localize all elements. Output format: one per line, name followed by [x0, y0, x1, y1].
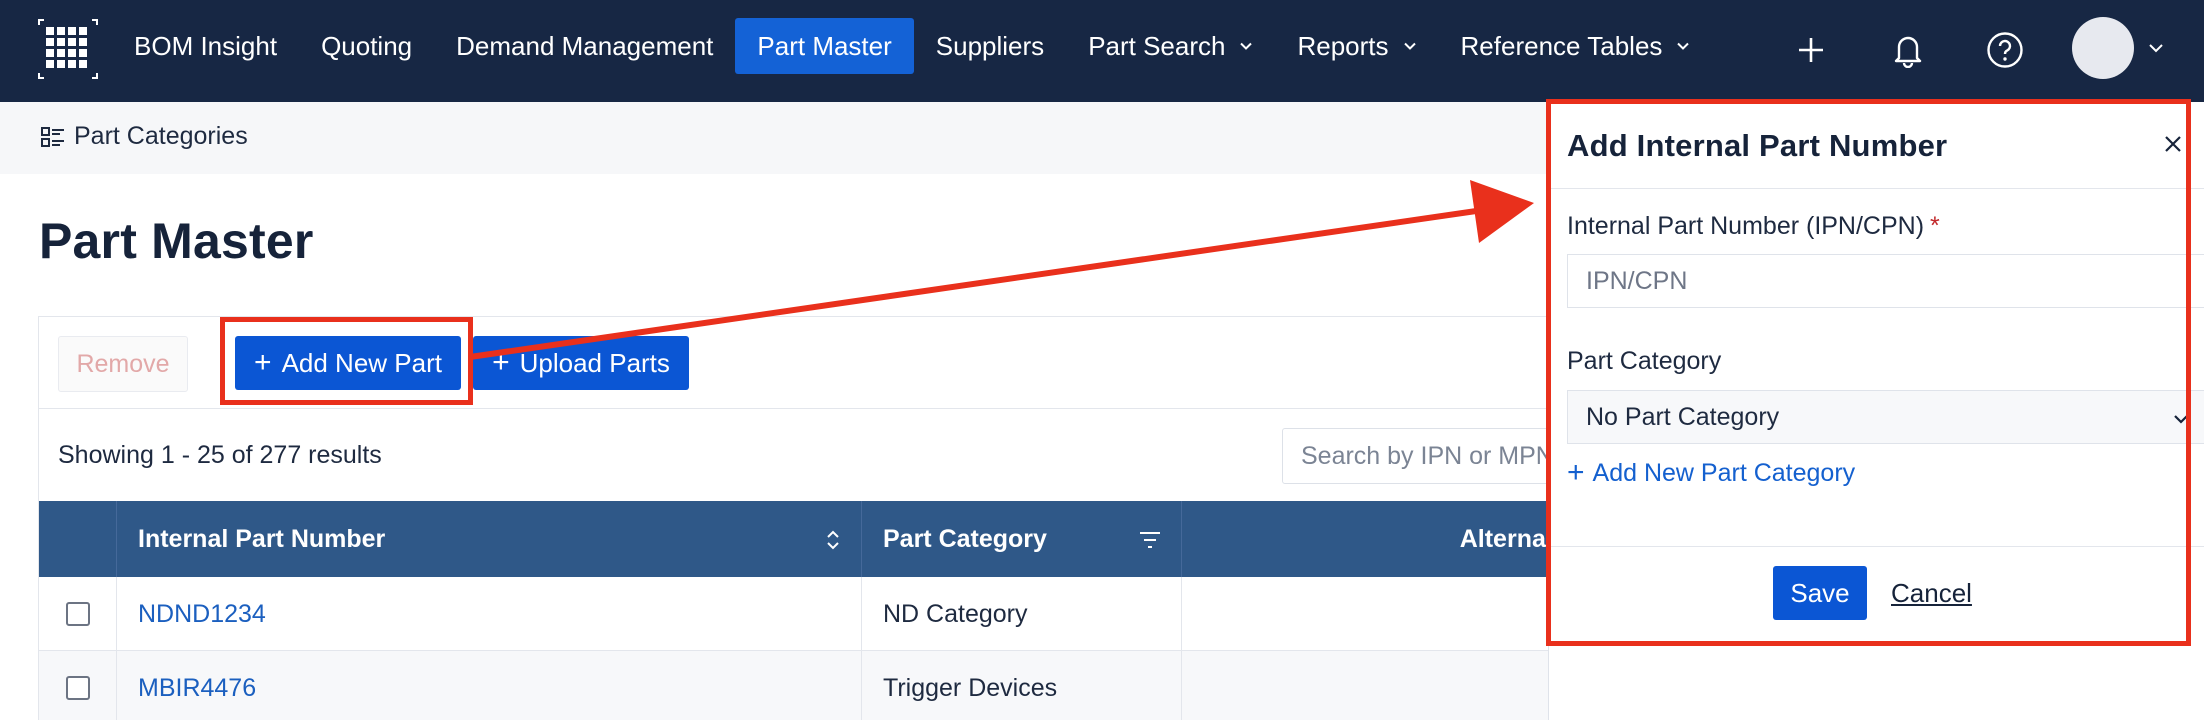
panel-title: Add Internal Part Number	[1567, 128, 1948, 163]
ipn-input[interactable]: IPN/CPN	[1567, 254, 2204, 308]
nav-item-label: Demand Management	[456, 30, 714, 61]
ipn-field-label: Internal Part Number (IPN/CPN) *	[1567, 212, 1940, 241]
row-select-cell	[39, 577, 117, 651]
app-logo-icon[interactable]	[38, 19, 98, 79]
part-categories-label: Part Categories	[74, 122, 248, 150]
upload-parts-label: Upload Parts	[519, 347, 670, 378]
chevron-down-icon[interactable]	[2148, 40, 2164, 56]
save-button[interactable]: Save	[1773, 566, 1867, 620]
add-new-part-category-label: Add New Part Category	[1592, 458, 1856, 487]
nav-item-demand-management[interactable]: Demand Management	[434, 18, 735, 74]
close-icon[interactable]	[2161, 132, 2185, 156]
nav-item-label: Suppliers	[935, 30, 1045, 61]
nav-item-suppliers[interactable]: Suppliers	[914, 18, 1066, 74]
part-category-cell: Trigger Devices	[862, 651, 1182, 720]
nav-item-label: Quoting	[321, 30, 413, 61]
ipn-link[interactable]: MBIR4476	[117, 651, 862, 720]
part-category-cell: ND Category	[862, 577, 1182, 651]
plus-icon: +	[1567, 456, 1585, 489]
nav-item-part-search[interactable]: Part Search	[1066, 18, 1275, 74]
results-row: Showing 1 - 25 of 277 results Search by …	[39, 409, 1572, 501]
parts-table-card: Remove + Add New Part + Upload Parts Sho…	[38, 316, 1582, 720]
column-header-part-category[interactable]: Part Category	[862, 501, 1182, 577]
search-input[interactable]: Search by IPN or MPN	[1282, 428, 1572, 484]
chevron-down-icon	[1403, 42, 1416, 50]
ipn-label-text: Internal Part Number (IPN/CPN)	[1567, 212, 1925, 240]
column-header-ipn[interactable]: Internal Part Number	[117, 501, 862, 577]
avatar[interactable]	[2072, 17, 2134, 79]
table-header: Internal Part Number Part Category Alter…	[39, 501, 1582, 577]
bell-icon[interactable]	[1886, 28, 1930, 72]
nav-item-bom-insight[interactable]: BOM Insight	[112, 18, 299, 74]
row-checkbox[interactable]	[65, 602, 90, 626]
cancel-button[interactable]: Cancel	[1891, 578, 1972, 609]
add-ipn-panel: Add Internal Part Number Internal Part N…	[1548, 102, 2204, 720]
column-header-label: Part Category	[883, 524, 1047, 553]
sub-navigation-bar: Part Categories	[0, 102, 1548, 174]
filter-icon[interactable]	[1139, 531, 1161, 549]
required-marker: *	[1930, 212, 1940, 240]
nav-item-part-master[interactable]: Part Master	[735, 18, 914, 74]
add-new-part-label: Add New Part	[281, 347, 442, 378]
search-placeholder: Search by IPN or MPN	[1301, 441, 1554, 470]
upload-parts-button[interactable]: + Upload Parts	[473, 336, 689, 390]
part-category-selected-value: No Part Category	[1586, 402, 1780, 431]
table-row[interactable]: NDND1234 ND Category 0	[39, 577, 1582, 651]
top-navigation-bar: BOM Insight Quoting Demand Management Pa…	[0, 0, 2204, 102]
nav-item-reports[interactable]: Reports	[1275, 18, 1438, 74]
chevron-down-icon	[1240, 42, 1253, 50]
nav-item-label: Part Master	[757, 30, 892, 61]
column-header-alternates[interactable]: Alternates	[1182, 501, 1582, 577]
page-title: Part Master	[39, 213, 314, 269]
plus-icon: +	[254, 346, 272, 379]
ipn-placeholder: IPN/CPN	[1586, 266, 1688, 295]
remove-button[interactable]: Remove	[58, 336, 188, 392]
divider	[1549, 188, 2204, 189]
nav-item-label: Reference Tables	[1460, 30, 1663, 61]
nav-item-label: BOM Insight	[134, 30, 278, 61]
chevron-down-icon	[1677, 42, 1690, 50]
row-checkbox[interactable]	[65, 676, 90, 700]
ipn-link[interactable]: NDND1234	[117, 577, 862, 651]
nav-item-label: Reports	[1297, 30, 1389, 61]
remove-button-label: Remove	[76, 349, 170, 378]
nav-item-reference-tables[interactable]: Reference Tables	[1439, 18, 1713, 74]
table-row[interactable]: MBIR4476 Trigger Devices 1	[39, 651, 1582, 720]
part-category-select[interactable]: No Part Category	[1567, 390, 2204, 444]
add-new-part-category-link[interactable]: + Add New Part Category	[1567, 458, 1855, 488]
select-column-header	[39, 501, 117, 577]
nav-item-label: Part Search	[1088, 30, 1226, 61]
plus-icon: +	[492, 346, 510, 379]
help-icon[interactable]	[1983, 28, 2027, 72]
part-categories-link[interactable]: Part Categories	[40, 122, 248, 151]
table-toolbar: Remove + Add New Part + Upload Parts	[39, 317, 1550, 409]
sort-icon[interactable]	[825, 529, 841, 551]
divider	[1549, 546, 2204, 547]
chevron-down-icon	[2174, 415, 2188, 424]
part-category-field-label: Part Category	[1567, 347, 1722, 375]
alternates-cell: 0	[1182, 577, 1582, 651]
add-new-part-button[interactable]: + Add New Part	[235, 336, 461, 390]
nav-item-quoting[interactable]: Quoting	[299, 18, 434, 74]
save-button-label: Save	[1790, 577, 1850, 608]
column-header-label: Internal Part Number	[138, 524, 386, 553]
results-summary: Showing 1 - 25 of 277 results	[58, 441, 382, 469]
plus-icon[interactable]	[1789, 28, 1833, 72]
category-list-icon	[41, 126, 64, 147]
row-select-cell	[39, 651, 117, 720]
alternates-cell: 1	[1182, 651, 1582, 720]
